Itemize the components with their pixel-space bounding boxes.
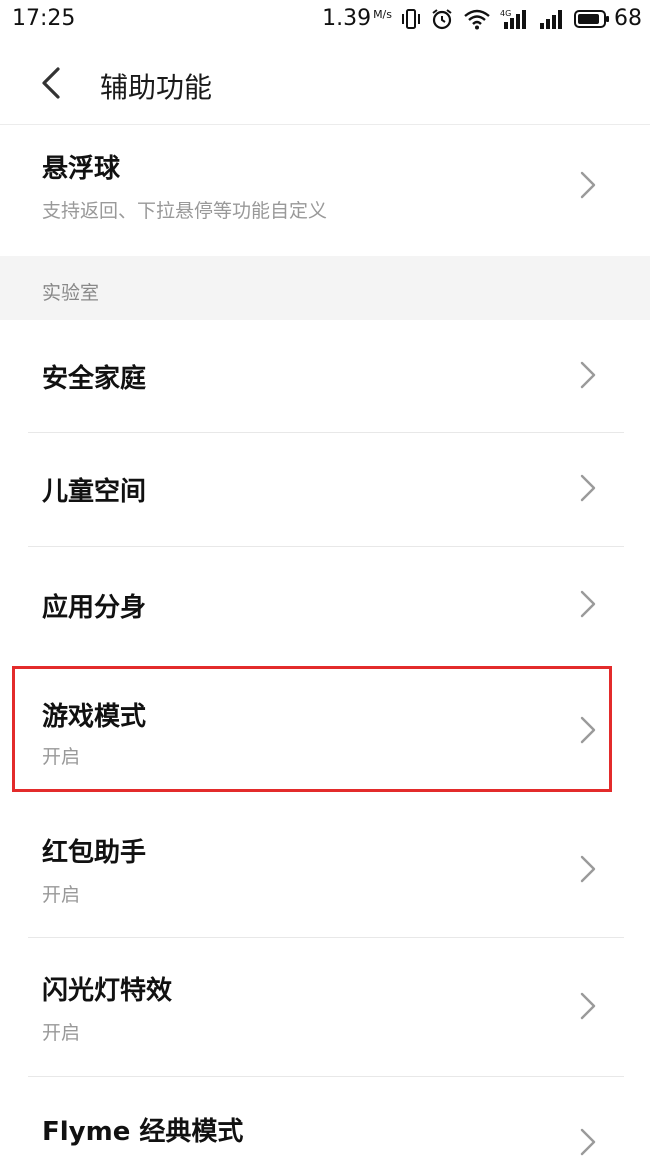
- item-title: 儿童空间: [42, 477, 147, 507]
- settings-item-red-packet[interactable]: 红包助手 开启: [0, 800, 650, 936]
- settings-item-flyme-classic[interactable]: Flyme 经典模式: [0, 1077, 650, 1158]
- chevron-right-icon: [580, 361, 596, 389]
- wifi-icon: [464, 9, 490, 29]
- alarm-icon: [432, 8, 452, 29]
- network-speed: 1.39 M/s: [322, 6, 392, 31]
- battery: 68: [574, 6, 642, 31]
- settings-item-flash-effect[interactable]: 闪光灯特效 开启: [0, 938, 650, 1076]
- chevron-left-icon[interactable]: [36, 66, 68, 100]
- status-time: 17:25: [12, 6, 76, 31]
- network-speed-unit: M/s: [373, 8, 392, 21]
- app-header: 辅助功能: [0, 40, 650, 125]
- item-title: 安全家庭: [42, 364, 147, 394]
- vibrate-icon: [402, 8, 420, 29]
- item-subtitle: 开启: [42, 1022, 81, 1044]
- settings-item-kids-space[interactable]: 儿童空间: [0, 433, 650, 546]
- chevron-right-icon: [580, 171, 596, 199]
- settings-item-floating-ball[interactable]: 悬浮球 支持返回、下拉悬停等功能自定义: [0, 124, 650, 256]
- chevron-right-icon: [580, 1128, 596, 1156]
- chevron-right-icon: [580, 855, 596, 883]
- item-title: 应用分身: [42, 593, 147, 623]
- signal-icon: [540, 9, 562, 29]
- battery-level: 68: [614, 6, 642, 31]
- highlight-box: [12, 666, 612, 792]
- item-title: 闪光灯特效: [42, 976, 173, 1006]
- item-title: 红包助手: [42, 838, 147, 868]
- item-subtitle: 支持返回、下拉悬停等功能自定义: [42, 200, 328, 222]
- status-bar: 17:25 1.39 M/s 4G 68: [0, 0, 650, 40]
- chevron-right-icon: [580, 474, 596, 502]
- item-title: 悬浮球: [42, 154, 121, 184]
- battery-icon: [574, 9, 609, 28]
- page-title: 辅助功能: [100, 71, 213, 104]
- item-title: Flyme 经典模式: [42, 1117, 244, 1147]
- chevron-right-icon: [580, 590, 596, 618]
- settings-item-safe-family[interactable]: 安全家庭: [0, 320, 650, 432]
- signal-4g-icon: 4G: [500, 9, 526, 29]
- section-label: 实验室: [42, 282, 100, 304]
- status-icons: 1.39 M/s 4G 68: [322, 6, 642, 31]
- settings-item-app-clone[interactable]: 应用分身: [0, 547, 650, 662]
- network-speed-value: 1.39: [322, 6, 372, 31]
- item-subtitle: 开启: [42, 884, 81, 906]
- chevron-right-icon: [580, 992, 596, 1020]
- svg-text:4G: 4G: [500, 9, 511, 18]
